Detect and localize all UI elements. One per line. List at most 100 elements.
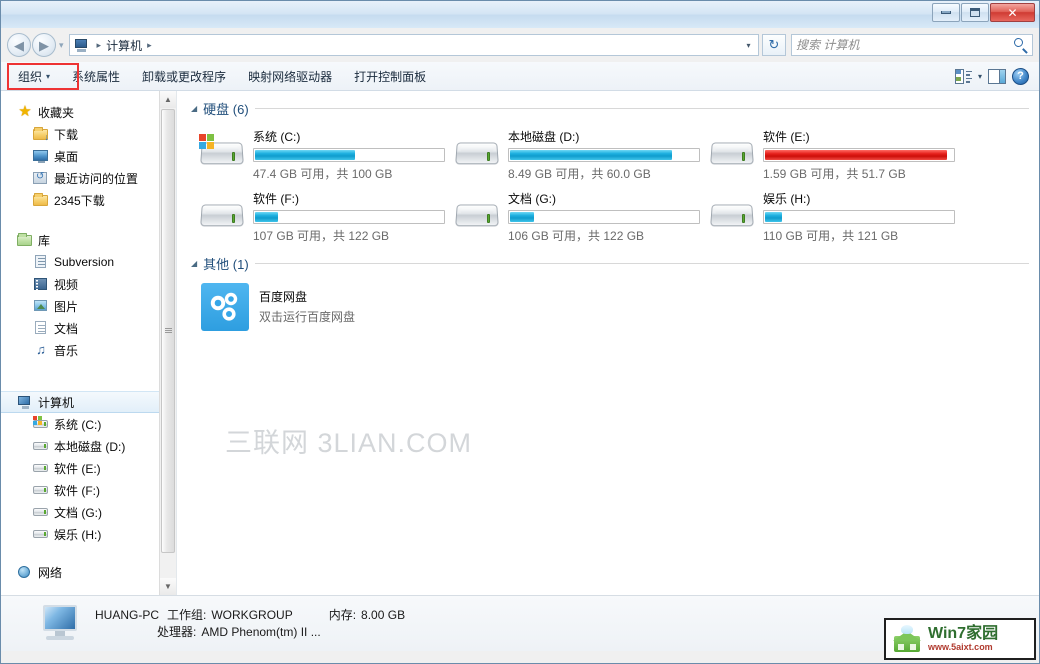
- preview-pane-icon[interactable]: [988, 68, 1006, 84]
- sidebar-item-documents[interactable]: 文档: [1, 317, 176, 339]
- sidebar-item-favorites[interactable]: ★ 收藏夹: [1, 101, 176, 123]
- sidebar-item-label: Subversion: [54, 255, 115, 269]
- sidebar-item-drive-c[interactable]: 系统 (C:): [1, 413, 176, 435]
- sidebar-item-drive-h[interactable]: 娱乐 (H:): [1, 523, 176, 545]
- windows-drive-icon: [33, 416, 49, 432]
- processor-value: AMD Phenom(tm) II ...: [201, 624, 321, 639]
- drive-name: 本地磁盘 (D:): [508, 130, 580, 144]
- capacity-fill: [510, 212, 535, 222]
- sidebar-item-subversion[interactable]: Subversion: [1, 251, 176, 273]
- group-divider: [254, 108, 1029, 109]
- search-icon: [1014, 38, 1028, 54]
- drive-name: 文档 (G:): [508, 192, 556, 206]
- drive-capacity-text: 107 GB 可用，共 122 GB: [253, 229, 390, 243]
- help-icon[interactable]: ?: [1012, 67, 1029, 85]
- sidebar-item-label: 系统 (C:): [54, 417, 102, 432]
- drive-icon: [709, 132, 755, 172]
- sidebar-item-recent-places[interactable]: 最近访问的位置: [1, 167, 176, 189]
- memory-label: 内存:: [328, 607, 357, 622]
- chevron-down-icon[interactable]: ▾: [978, 72, 982, 81]
- sidebar-item-label: 库: [38, 233, 51, 248]
- scrollbar-thumb[interactable]: [161, 109, 175, 553]
- capacity-bar: [763, 210, 955, 224]
- item-description: 双击运行百度网盘: [259, 310, 356, 324]
- drive-capacity-text: 8.49 GB 可用，共 60.0 GB: [508, 167, 651, 181]
- drive-tile-h[interactable]: 娱乐 (H:) 110 GB 可用，共 121 GB: [701, 186, 956, 248]
- drive-tiles: 系统 (C:) 47.4 GB 可用，共 100 GB 本地磁盘 (D:) 8.…: [191, 124, 1029, 248]
- forward-button[interactable]: ▶: [32, 33, 56, 57]
- navigation-tree: ★ 收藏夹 ↓ 下载 桌面 最近访问的位置: [1, 91, 176, 583]
- sidebar-scrollbar[interactable]: ▲ ▼: [159, 91, 176, 595]
- back-button[interactable]: ◀: [7, 33, 31, 57]
- drive-capacity-text: 47.4 GB 可用，共 100 GB: [253, 167, 393, 181]
- capacity-bar: [508, 210, 700, 224]
- sidebar-item-desktop[interactable]: 桌面: [1, 145, 176, 167]
- sidebar-item-label: 软件 (F:): [54, 483, 100, 498]
- collapse-triangle-icon[interactable]: ◢: [191, 104, 197, 113]
- sidebar-item-label: 2345下载: [54, 193, 105, 208]
- close-button[interactable]: ✕: [990, 3, 1035, 22]
- breadcrumb-item-computer[interactable]: 计算机: [106, 37, 142, 54]
- sidebar-item-2345-downloads[interactable]: 2345下载: [1, 189, 176, 211]
- scroll-down-icon[interactable]: ▼: [160, 578, 176, 595]
- address-bar[interactable]: ▸ 计算机 ▸ ▾: [68, 34, 759, 56]
- search-input[interactable]: [796, 38, 1014, 52]
- file-list-pane: ◢ 硬盘 (6) 系统 (C:) 47.4 GB 可用，共 100 GB 本地磁…: [177, 91, 1039, 595]
- sidebar-item-drive-f[interactable]: 软件 (F:): [1, 479, 176, 501]
- toolbar-item-open-control-panel[interactable]: 打开控制面板: [343, 65, 437, 87]
- nav-group-computer: 计算机 系统 (C:) 本地磁盘 (D:) 软件 (E:) 软件 (F:) 文档…: [1, 391, 176, 545]
- sidebar-item-drive-e[interactable]: 软件 (E:): [1, 457, 176, 479]
- minimize-button[interactable]: [932, 3, 960, 22]
- drive-icon: [454, 132, 500, 172]
- toolbar-item-map-network-drive[interactable]: 映射网络驱动器: [237, 65, 343, 87]
- drive-tile-f[interactable]: 软件 (F:) 107 GB 可用，共 122 GB: [191, 186, 446, 248]
- address-bar-row: ◀ ▶ ▾ ▸ 计算机 ▸ ▾ ↻: [1, 28, 1039, 62]
- maximize-button[interactable]: [961, 3, 989, 22]
- breadcrumb-separator-leading[interactable]: ▸: [97, 40, 102, 51]
- history-dropdown-icon[interactable]: ▾: [59, 40, 64, 51]
- house-logo-icon: [892, 625, 922, 653]
- drive-tile-e[interactable]: 软件 (E:) 1.59 GB 可用，共 51.7 GB: [701, 124, 956, 186]
- sidebar-item-label: 桌面: [54, 149, 79, 164]
- sidebar-item-downloads[interactable]: ↓ 下载: [1, 123, 176, 145]
- badge-title: Win7家园: [928, 625, 999, 643]
- drive-icon: [33, 526, 49, 542]
- collapse-triangle-icon[interactable]: ◢: [191, 259, 197, 268]
- badge-url: www.5aixt.com: [928, 641, 993, 652]
- drive-icon: [199, 194, 245, 234]
- breadcrumb-separator-trailing[interactable]: ▸: [147, 40, 152, 51]
- toolbar-item-system-properties[interactable]: 系统属性: [61, 65, 131, 87]
- sidebar-item-network[interactable]: 网络: [1, 561, 176, 583]
- group-header-hard-disks[interactable]: ◢ 硬盘 (6): [191, 99, 1029, 118]
- drive-name: 软件 (E:): [763, 130, 810, 144]
- sidebar-item-drive-g[interactable]: 文档 (G:): [1, 501, 176, 523]
- group-header-other[interactable]: ◢ 其他 (1): [191, 254, 1029, 273]
- scroll-up-icon[interactable]: ▲: [160, 91, 176, 108]
- sidebar-item-videos[interactable]: 视频: [1, 273, 176, 295]
- drive-tile-g[interactable]: 文档 (G:) 106 GB 可用，共 122 GB: [446, 186, 701, 248]
- sidebar-item-libraries[interactable]: 库: [1, 229, 176, 251]
- capacity-bar: [763, 148, 955, 162]
- subversion-icon: [33, 254, 49, 270]
- sidebar-item-drive-d[interactable]: 本地磁盘 (D:): [1, 435, 176, 457]
- music-icon: ♫: [36, 342, 46, 357]
- sidebar-item-computer[interactable]: 计算机: [1, 391, 176, 413]
- organize-button[interactable]: 组织 ▾: [7, 65, 61, 87]
- refresh-button[interactable]: ↻: [762, 34, 786, 56]
- group-title: 硬盘 (6): [203, 102, 249, 117]
- baidu-netdisk-icon: [201, 283, 249, 331]
- chevron-down-icon[interactable]: ▾: [741, 38, 756, 53]
- computer-icon: [17, 394, 33, 410]
- view-options-icon[interactable]: [954, 68, 972, 84]
- drive-tile-d[interactable]: 本地磁盘 (D:) 8.49 GB 可用，共 60.0 GB: [446, 124, 701, 186]
- drive-tile-c[interactable]: 系统 (C:) 47.4 GB 可用，共 100 GB: [191, 124, 446, 186]
- sidebar-item-music[interactable]: ♫ 音乐: [1, 339, 176, 361]
- item-baidu-netdisk[interactable]: 百度网盘 双击运行百度网盘: [191, 279, 1029, 331]
- drive-name: 娱乐 (H:): [763, 192, 811, 206]
- sidebar-item-pictures[interactable]: 图片: [1, 295, 176, 317]
- search-box[interactable]: [791, 34, 1033, 56]
- toolbar-item-uninstall-program[interactable]: 卸载或更改程序: [131, 65, 237, 87]
- recent-places-icon: [33, 170, 49, 186]
- minimize-icon: [941, 11, 951, 14]
- navigation-buttons: ◀ ▶ ▾: [7, 33, 67, 57]
